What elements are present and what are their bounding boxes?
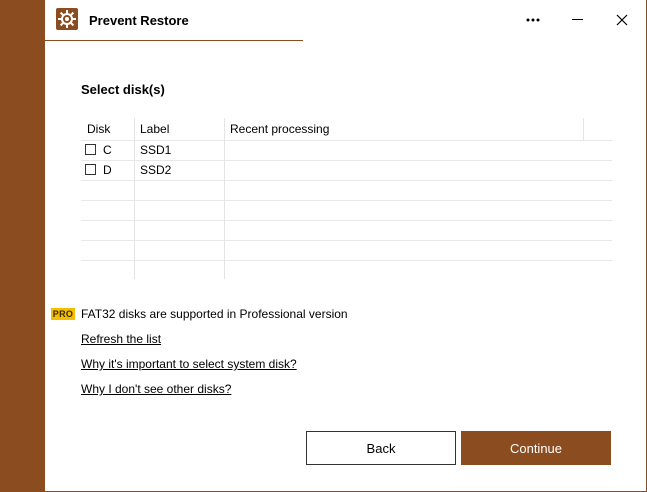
more-options-button[interactable] bbox=[519, 8, 547, 32]
disk-d-checkbox[interactable] bbox=[85, 164, 96, 175]
continue-button[interactable]: Continue bbox=[461, 431, 611, 465]
row-divider bbox=[81, 220, 612, 221]
column-divider bbox=[583, 118, 584, 140]
page-title: Select disk(s) bbox=[81, 82, 165, 97]
column-header-recent[interactable]: Recent processing bbox=[230, 122, 329, 136]
more-dots-icon bbox=[526, 18, 540, 22]
column-header-disk[interactable]: Disk bbox=[87, 122, 110, 136]
pro-notice-text: FAT32 disks are supported in Professiona… bbox=[81, 307, 348, 321]
why-no-other-disks-link[interactable]: Why I don't see other disks? bbox=[81, 382, 231, 396]
disk-label: SSD2 bbox=[140, 163, 172, 177]
why-system-disk-link[interactable]: Why it's important to select system disk… bbox=[81, 357, 297, 371]
disk-c-checkbox[interactable] bbox=[85, 144, 96, 155]
refresh-list-link[interactable]: Refresh the list bbox=[81, 332, 161, 346]
table-row[interactable]: C SSD1 bbox=[81, 141, 612, 161]
title-bar: Prevent Restore bbox=[45, 0, 646, 40]
gear-icon bbox=[56, 8, 78, 30]
window-title: Prevent Restore bbox=[89, 13, 189, 28]
row-divider bbox=[81, 240, 612, 241]
minimize-button[interactable] bbox=[563, 8, 591, 32]
table-row[interactable]: D SSD2 bbox=[81, 161, 612, 181]
close-button[interactable] bbox=[608, 8, 636, 32]
column-header-label[interactable]: Label bbox=[140, 122, 169, 136]
pro-badge: PRO bbox=[51, 308, 75, 320]
back-button[interactable]: Back bbox=[306, 431, 456, 465]
disk-letter: C bbox=[103, 143, 112, 157]
title-underline bbox=[45, 40, 303, 41]
disk-table: Disk Label Recent processing C SSD1 D SS… bbox=[81, 118, 612, 279]
app-window: Prevent Restore Select disk(s) Disk Labe… bbox=[45, 0, 646, 491]
minimize-icon bbox=[571, 19, 583, 20]
disk-label: SSD1 bbox=[140, 143, 172, 157]
close-icon bbox=[616, 14, 628, 26]
row-divider bbox=[81, 200, 612, 201]
row-divider bbox=[81, 260, 612, 261]
disk-letter: D bbox=[103, 163, 112, 177]
